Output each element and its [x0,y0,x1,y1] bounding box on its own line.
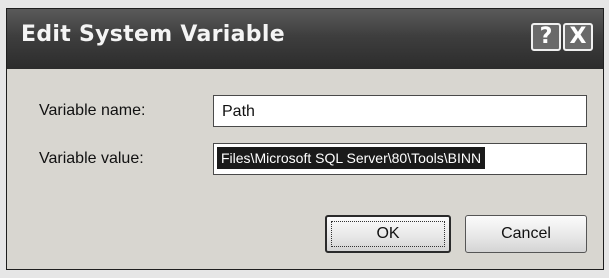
edit-system-variable-dialog: Edit System Variable ? X Variable name: … [6,8,604,270]
dialog-content: Variable name: Path Variable value: File… [7,69,603,269]
variable-value-text: Files\Microsoft SQL Server\80\Tools\BINN [217,147,486,169]
title-bar[interactable]: Edit System Variable ? X [7,9,603,69]
ok-button-label: OK [376,225,400,242]
help-icon[interactable]: ? [531,23,561,51]
ok-button[interactable]: OK [325,215,451,253]
variable-name-text: Path [222,103,255,120]
variable-value-input[interactable]: Files\Microsoft SQL Server\80\Tools\BINN [213,143,587,175]
dialog-title: Edit System Variable [21,22,285,47]
cancel-button[interactable]: Cancel [465,215,587,253]
cancel-button-label: Cancel [501,225,551,242]
close-icon[interactable]: X [563,23,593,51]
variable-value-label: Variable value: [39,150,144,167]
variable-name-input[interactable]: Path [213,95,587,127]
variable-name-label: Variable name: [39,102,146,119]
